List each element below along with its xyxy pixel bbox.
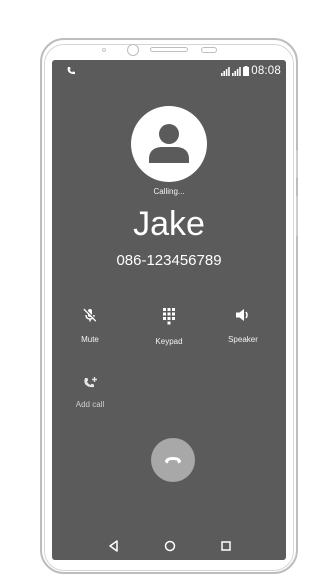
contact-name: Jake [133, 205, 205, 243]
add-call-button[interactable]: Add call [55, 376, 125, 409]
mute-button[interactable]: Mute [55, 307, 125, 344]
speaker-icon [236, 309, 248, 321]
battery-icon [243, 66, 250, 76]
home-button[interactable] [160, 536, 180, 556]
navigation-bar [52, 536, 286, 560]
back-button[interactable] [104, 536, 124, 556]
signal-icon [232, 66, 242, 76]
add-call-label: Add call [75, 400, 105, 409]
speaker-label: Speaker [228, 335, 258, 344]
contact-avatar [131, 106, 207, 182]
sensor-dot [102, 48, 106, 52]
keypad-button[interactable]: Keypad [134, 307, 204, 346]
recents-square-icon [221, 541, 231, 551]
proximity-sensor [201, 47, 217, 53]
back-triangle-icon [109, 540, 118, 552]
call-status: Calling... [153, 187, 185, 196]
power-button [296, 196, 298, 236]
speaker-button[interactable]: Speaker [208, 307, 278, 344]
mic-off-icon [83, 307, 98, 322]
end-call-button[interactable] [151, 438, 195, 482]
end-call-icon [165, 457, 181, 464]
keypad-label: Keypad [155, 337, 183, 346]
status-bar: 08:08 [52, 60, 286, 82]
front-camera-icon [127, 44, 139, 56]
earpiece-speaker [150, 47, 188, 52]
phone-icon [67, 67, 75, 75]
mute-label: Mute [81, 335, 99, 344]
person-icon [149, 124, 189, 163]
recents-button[interactable] [216, 536, 236, 556]
call-screen: 08:08 Calling... Jake 086-123456789 Mute [52, 60, 286, 560]
signal-icon [221, 66, 231, 76]
home-circle-icon [164, 540, 176, 552]
dialpad-icon [163, 308, 175, 325]
add-call-icon [84, 377, 97, 388]
phone-number: 086-123456789 [116, 252, 222, 269]
volume-button [296, 150, 298, 178]
status-time: 08:08 [251, 65, 281, 77]
